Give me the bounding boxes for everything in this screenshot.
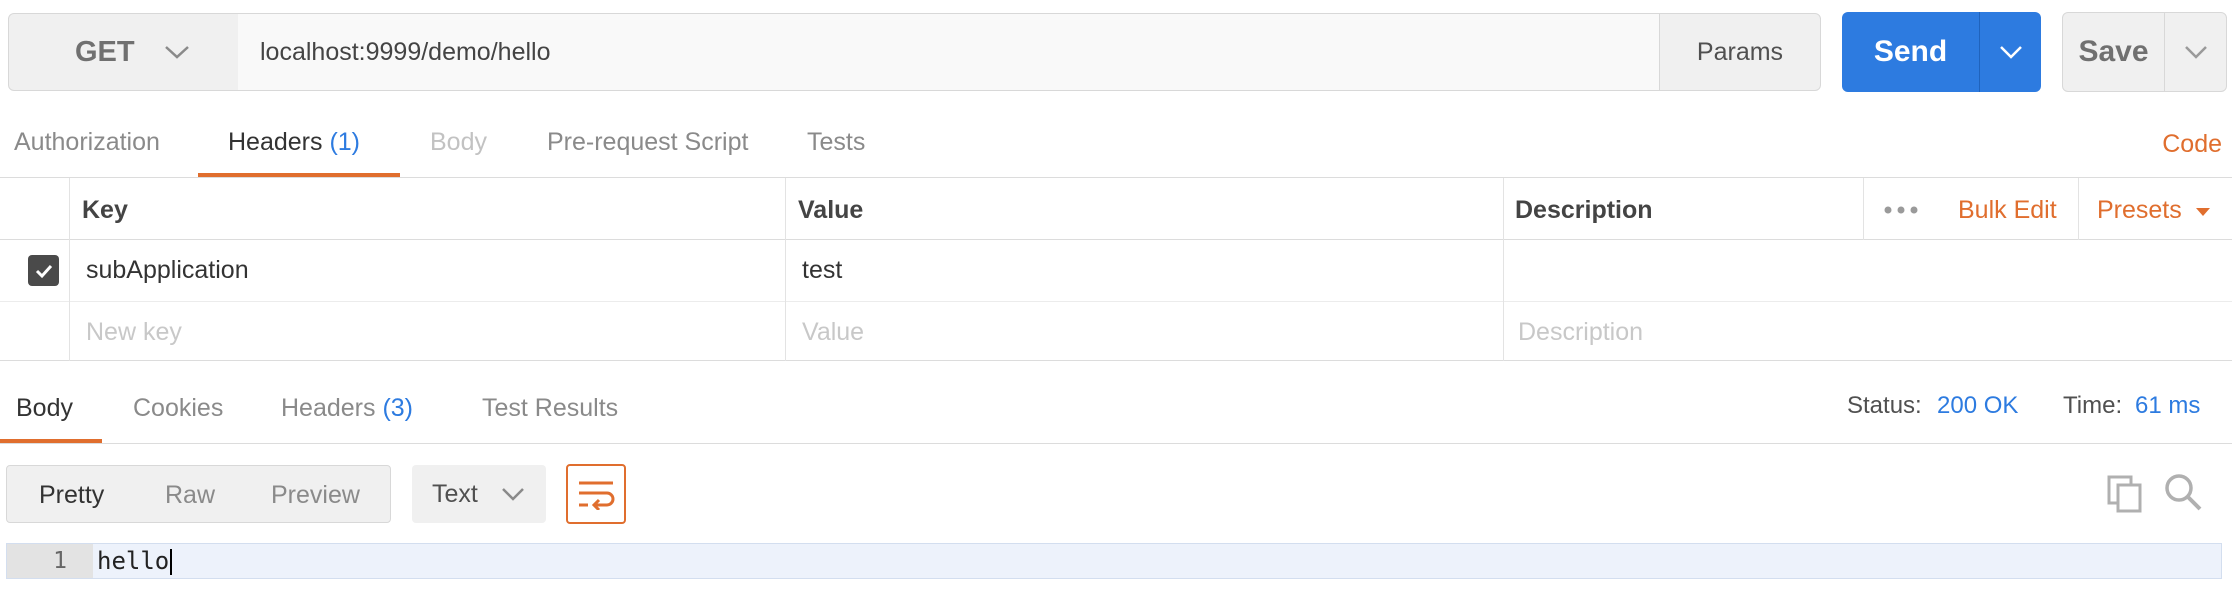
save-dropdown-button[interactable]	[2165, 13, 2226, 91]
more-options-icon[interactable]	[1884, 206, 1918, 214]
column-divider	[69, 240, 70, 302]
save-button-group: Save	[2062, 12, 2227, 92]
header-key-cell[interactable]: subApplication	[86, 256, 249, 285]
send-button[interactable]: Send	[1842, 12, 1980, 92]
tab-body[interactable]: Body	[430, 128, 487, 157]
column-divider	[1503, 302, 1504, 361]
column-divider	[785, 302, 786, 361]
header-value-cell[interactable]: test	[802, 256, 842, 285]
response-tab-body[interactable]: Body	[16, 394, 73, 423]
view-mode-raw[interactable]: Raw	[165, 481, 215, 510]
time-value: 61 ms	[2135, 392, 2201, 419]
save-button[interactable]: Save	[2063, 13, 2165, 91]
column-divider	[1863, 178, 1864, 240]
wrap-lines-button[interactable]	[566, 464, 626, 524]
send-button-group: Send	[1842, 12, 2041, 92]
response-tab-cookies[interactable]: Cookies	[133, 394, 223, 423]
row-enabled-checkbox[interactable]	[28, 255, 59, 286]
column-divider	[785, 178, 786, 240]
column-value: Value	[798, 196, 864, 224]
view-mode-toggle: Pretty Raw Preview	[6, 465, 391, 523]
view-mode-pretty[interactable]: Pretty	[39, 481, 104, 510]
chevron-down-icon	[2184, 46, 2207, 59]
new-value-input[interactable]: Value	[802, 318, 864, 347]
presets-button[interactable]: Presets	[2097, 196, 2211, 225]
format-label: Text	[432, 479, 478, 508]
tab-headers-count: (1)	[329, 128, 361, 156]
headers-table-header: Key Value Description Bulk Edit Presets	[0, 178, 2232, 240]
status-label: Status:	[1847, 392, 1922, 419]
line-number: 1	[7, 544, 93, 578]
tab-prerequest-script[interactable]: Pre-request Script	[547, 128, 748, 157]
response-tab-test-results[interactable]: Test Results	[482, 394, 618, 423]
presets-label: Presets	[2097, 196, 2182, 224]
text-cursor	[170, 549, 173, 575]
active-tab-indicator	[0, 439, 102, 443]
status-value: 200 OK	[1937, 392, 2019, 419]
response-body-editor[interactable]: 1 hello	[6, 543, 2222, 579]
code-link[interactable]: Code	[2162, 130, 2222, 159]
column-divider	[69, 178, 70, 240]
time-label: Time:	[2063, 392, 2123, 419]
column-divider	[69, 302, 70, 361]
params-button[interactable]: Params	[1659, 13, 1821, 91]
code-line: hello	[97, 544, 173, 578]
search-icon[interactable]	[2163, 472, 2203, 512]
caret-down-icon	[2195, 208, 2210, 216]
code-line-text: hello	[97, 547, 170, 575]
column-description: Description	[1515, 196, 1653, 224]
send-dropdown-button[interactable]	[1980, 12, 2041, 92]
response-tabs: Body Cookies Headers (3) Test Results St…	[0, 378, 2232, 444]
method-label: GET	[75, 35, 135, 68]
response-tab-headers-count: (3)	[382, 394, 414, 422]
table-row-new: New key Value Description	[0, 302, 2232, 361]
format-select[interactable]: Text	[412, 465, 546, 523]
active-tab-indicator	[198, 173, 400, 177]
chevron-down-icon	[164, 46, 189, 59]
copy-icon[interactable]	[2106, 474, 2146, 514]
column-divider	[1503, 178, 1504, 240]
request-tabs: Authorization Headers (1) Body Pre-reque…	[0, 112, 2232, 178]
checkmark-icon	[35, 264, 52, 278]
response-tab-headers[interactable]: Headers (3)	[281, 394, 413, 423]
tab-headers[interactable]: Headers (1)	[228, 128, 360, 157]
new-key-input[interactable]: New key	[86, 318, 182, 347]
bulk-edit-button[interactable]: Bulk Edit	[1958, 196, 2057, 225]
column-divider	[1503, 240, 1504, 302]
chevron-down-icon	[1999, 46, 2022, 59]
tab-authorization[interactable]: Authorization	[14, 128, 160, 157]
column-divider	[785, 240, 786, 302]
column-key: Key	[82, 196, 128, 224]
new-description-input[interactable]: Description	[1518, 318, 1643, 347]
chevron-down-icon	[501, 488, 524, 501]
tab-headers-label: Headers	[228, 128, 323, 156]
column-divider	[2078, 178, 2079, 240]
view-mode-preview[interactable]: Preview	[271, 481, 360, 510]
method-selector[interactable]: GET	[8, 13, 239, 91]
table-row: subApplication test	[0, 240, 2232, 302]
wrap-lines-icon	[579, 481, 615, 510]
response-tab-headers-label: Headers	[281, 394, 376, 422]
url-input[interactable]: localhost:9999/demo/hello	[238, 13, 1660, 91]
tab-tests[interactable]: Tests	[807, 128, 865, 157]
